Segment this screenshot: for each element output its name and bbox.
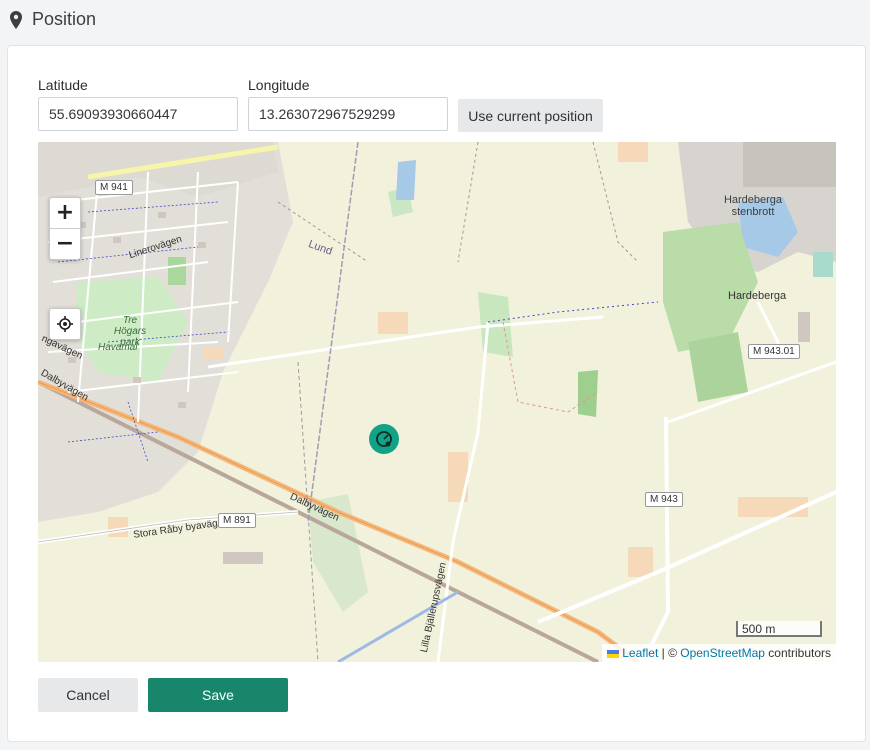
latitude-label: Latitude [38,77,88,93]
leaflet-link[interactable]: Leaflet [622,646,658,660]
map-view[interactable]: M 941 Lund Linerovägen Tre Högars park H… [38,142,836,662]
ukraine-flag-icon [606,650,619,658]
crosshair-icon [57,316,73,332]
map-pin-icon [10,11,22,29]
map-label-havamal: Havamal [98,342,138,353]
map-scale: 500 m [736,621,822,637]
use-current-position-button[interactable]: Use current position [458,99,603,132]
map-label-m941: M 941 [95,180,133,195]
openstreetmap-link[interactable]: OpenStreetMap [680,646,765,660]
position-card: Latitude Longitude Use current position [7,45,866,742]
map-label-m943: M 943 [645,492,683,507]
zoom-out-button[interactable]: − [50,229,80,259]
section-header: Position [0,0,870,42]
attribution-suffix: contributors [764,646,831,660]
map-attribution: Leaflet | © OpenStreetMap contributors [601,644,836,662]
map-label-m943-01: M 943.01 [748,344,800,359]
zoom-in-button[interactable]: + [50,198,80,228]
section-title: Position [32,9,97,29]
map-label-hardeberga: Hardeberga [728,290,787,302]
save-button[interactable]: Save [148,678,288,712]
longitude-input[interactable] [248,97,448,131]
map-label-m891: M 891 [218,513,256,528]
latitude-input[interactable] [38,97,238,131]
map-label-hardeberga-stenbrott: Hardeberga stenbrott [723,194,783,218]
locate-button[interactable] [49,308,81,340]
zoom-control: + − [49,197,81,260]
longitude-label: Longitude [248,77,310,93]
location-marker[interactable] [369,424,399,454]
meter-icon [376,431,392,447]
cancel-button[interactable]: Cancel [38,678,138,712]
attribution-separator: | © [658,646,681,660]
